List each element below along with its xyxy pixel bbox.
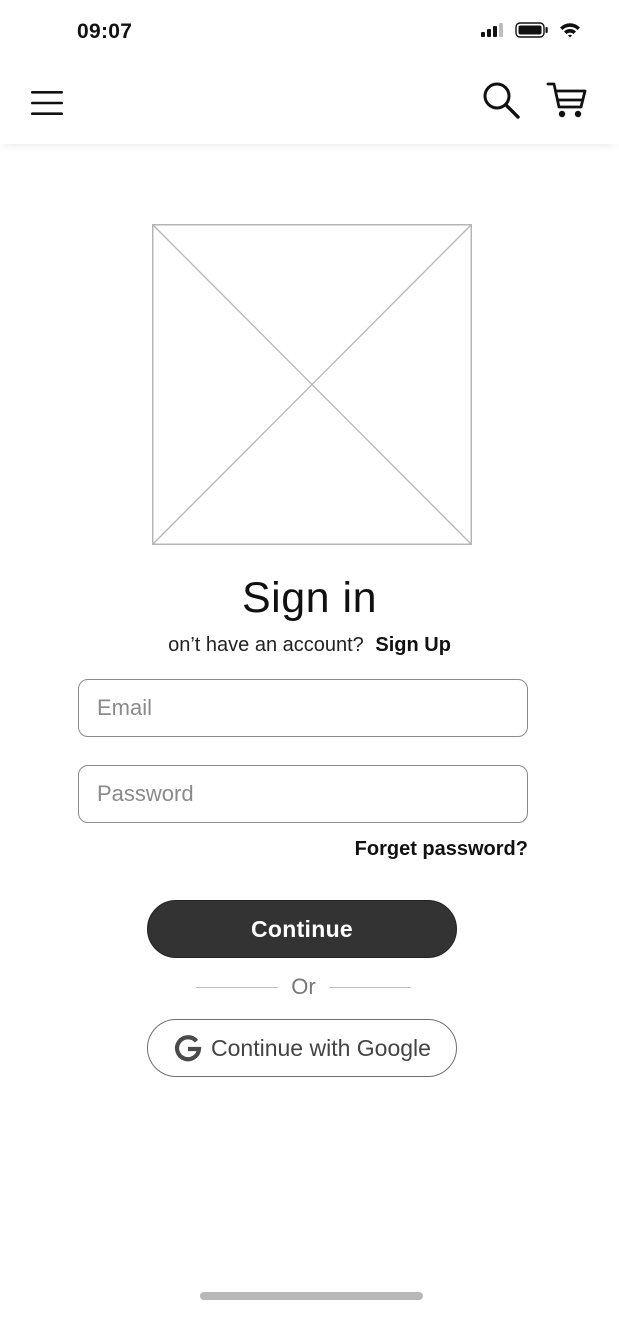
battery-icon [515, 22, 548, 38]
search-icon [483, 82, 520, 119]
password-field[interactable] [78, 765, 528, 823]
continue-button[interactable]: Continue [147, 900, 457, 958]
cart-button[interactable] [545, 80, 589, 120]
shopping-cart-icon [546, 82, 587, 118]
status-time: 09:07 [77, 20, 133, 43]
image-placeholder [152, 224, 472, 545]
divider-line-left [196, 986, 278, 988]
home-indicator[interactable] [200, 1292, 423, 1300]
status-icons [481, 22, 581, 38]
app-header [0, 66, 619, 144]
wifi-icon [560, 23, 580, 38]
divider-line-right [328, 986, 411, 988]
status-bar: 09:07 [0, 0, 619, 66]
google-signin-button[interactable]: Continue with Google [147, 1019, 457, 1077]
signal-icon [481, 23, 503, 37]
or-divider: Or [196, 972, 411, 1002]
menu-button[interactable] [30, 86, 64, 120]
google-icon [174, 1035, 202, 1062]
or-text: Or [291, 974, 316, 999]
page-title: Sign in [242, 574, 377, 622]
search-button[interactable] [481, 80, 521, 120]
google-button-label: Continue with Google [211, 1034, 431, 1061]
hamburger-menu-icon [31, 91, 63, 115]
signup-link[interactable]: Sign Up [375, 634, 451, 656]
signup-prompt: on’t have an account? Sign Up [0, 634, 619, 657]
account-prompt-text: on’t have an account? [168, 634, 364, 656]
email-field[interactable] [78, 679, 528, 737]
forgot-password-link[interactable]: Forget password? [355, 838, 528, 861]
